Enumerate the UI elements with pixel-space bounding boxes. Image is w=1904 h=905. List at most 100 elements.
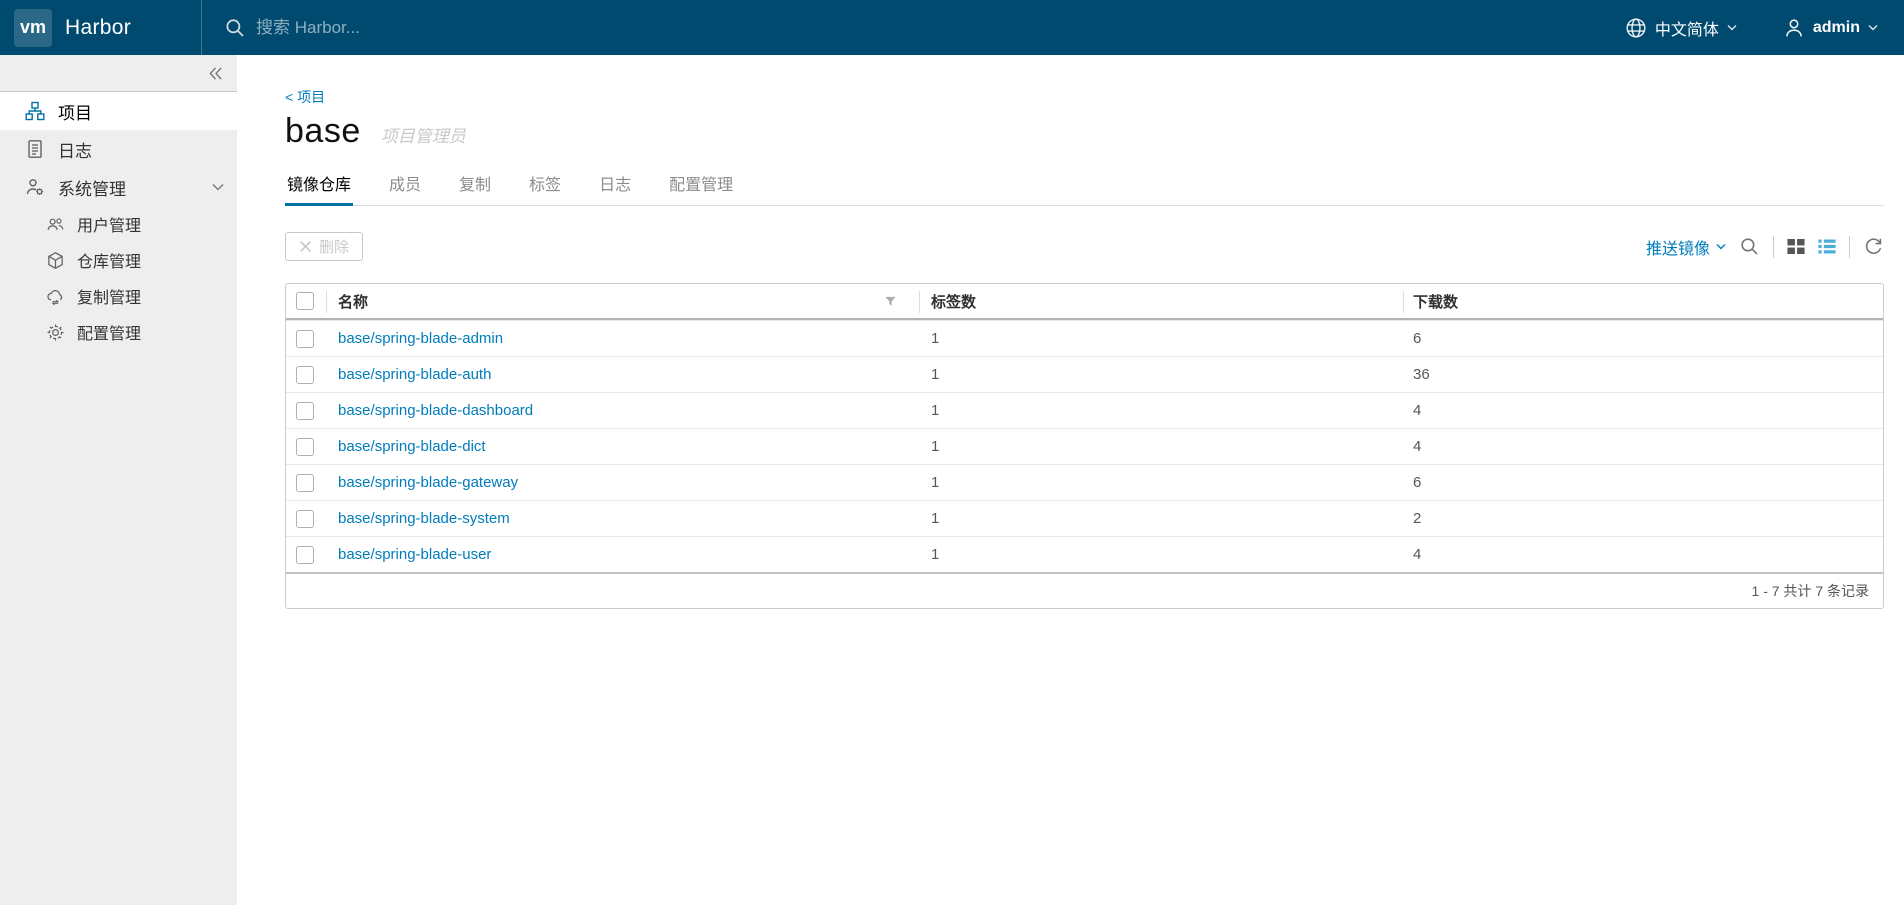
vmware-logo-text: vm: [19, 17, 46, 37]
tab-members[interactable]: 成员: [387, 165, 423, 206]
row-checkbox[interactable]: [296, 401, 314, 420]
row-checkbox[interactable]: [296, 329, 314, 348]
role-badge: 项目管理员: [380, 127, 466, 146]
repository-link[interactable]: base/spring-blade-admin: [338, 330, 503, 347]
table-row: base/spring-blade-admin 1 6: [286, 320, 1883, 356]
cube-icon: [48, 251, 63, 269]
chevron-down-icon: [1727, 25, 1737, 31]
search-icon: [226, 18, 244, 37]
downloads-count: 36: [1413, 366, 1430, 383]
row-checkbox[interactable]: [296, 473, 314, 492]
sidebar-item-user-management[interactable]: 用户管理: [0, 206, 237, 242]
list-view-icon: [1818, 239, 1836, 254]
repositories-table: 名称 标签数 下载数 base/spring-blade-admin 1 6 b…: [285, 283, 1884, 609]
sidebar-collapse-button[interactable]: [0, 55, 237, 92]
records-summary: 1 - 7 共计 7 条记录: [1751, 583, 1869, 599]
row-checkbox[interactable]: [296, 545, 314, 564]
card-view-button[interactable]: [1787, 239, 1805, 254]
sidebar-item-label: 项目: [58, 103, 92, 123]
repository-link[interactable]: base/spring-blade-system: [338, 510, 510, 527]
app-header: vm Harbor 中文简体 adm: [0, 0, 1904, 55]
chevron-down-icon: [1868, 25, 1878, 31]
downloads-count: 6: [1413, 474, 1422, 491]
row-checkbox[interactable]: [296, 509, 314, 528]
tags-count: 1: [931, 330, 940, 347]
table-row: base/spring-blade-user 1 4: [286, 536, 1883, 572]
chevron-down-icon: [1716, 244, 1726, 250]
search-input[interactable]: [256, 17, 676, 38]
row-checkbox[interactable]: [296, 365, 314, 384]
users-icon: [47, 217, 64, 230]
header-actions: 中文简体 admin: [1625, 0, 1904, 55]
search-repositories-button[interactable]: [1739, 236, 1760, 257]
sidebar-item-label: 配置管理: [77, 326, 142, 343]
repository-link[interactable]: base/spring-blade-dashboard: [338, 402, 533, 419]
sidebar-item-logs[interactable]: 日志: [0, 130, 237, 168]
table-header: 名称 标签数 下载数: [286, 284, 1883, 320]
tab-replication[interactable]: 复制: [457, 165, 493, 206]
vmware-logo: vm: [14, 8, 52, 47]
sidebar-item-label: 复制管理: [77, 290, 142, 307]
sidebar-item-registry-management[interactable]: 仓库管理: [0, 242, 237, 278]
username-label: admin: [1812, 18, 1860, 36]
repository-link[interactable]: base/spring-blade-gateway: [338, 474, 518, 491]
column-header-downloads[interactable]: 下载数: [1413, 291, 1458, 312]
downloads-count: 4: [1413, 402, 1422, 419]
search-icon: [1741, 238, 1758, 255]
globe-icon: [1626, 17, 1646, 38]
log-list-icon: [28, 140, 42, 158]
brand-name: Harbor: [65, 15, 131, 39]
sidebar-item-label: 用户管理: [77, 218, 142, 235]
filter-icon[interactable]: [884, 295, 897, 308]
page-title: base: [285, 112, 361, 150]
list-view-button[interactable]: [1818, 239, 1836, 254]
downloads-count: 4: [1413, 546, 1422, 563]
refresh-button[interactable]: [1863, 236, 1884, 257]
replication-cloud-icon: [47, 289, 63, 305]
downloads-count: 6: [1413, 330, 1422, 347]
delete-button[interactable]: 删除: [285, 232, 364, 261]
sidebar-item-replication-management[interactable]: 复制管理: [0, 278, 237, 314]
sidebar-item-administration[interactable]: 系统管理: [0, 168, 237, 206]
chevron-down-icon: [212, 184, 224, 191]
refresh-icon: [1865, 238, 1882, 255]
organization-icon: [25, 101, 45, 121]
downloads-count: 4: [1413, 438, 1422, 455]
grid-view-icon: [1787, 239, 1805, 254]
user-menu[interactable]: admin: [1783, 17, 1878, 39]
tab-repositories[interactable]: 镜像仓库: [285, 165, 354, 206]
push-image-label: 推送镜像: [1645, 240, 1710, 258]
sidebar-item-configuration[interactable]: 配置管理: [0, 314, 237, 350]
row-checkbox[interactable]: [296, 437, 314, 456]
global-search: [202, 0, 1625, 55]
main-content: < 项目 base 项目管理员 镜像仓库 成员 复制 标签 日志 配置管理 删除…: [237, 55, 1904, 905]
sidebar-item-label: 系统管理: [58, 179, 126, 199]
column-header-tags[interactable]: 标签数: [931, 291, 976, 312]
tab-labels[interactable]: 标签: [527, 165, 563, 206]
table-footer: 1 - 7 共计 7 条记录: [286, 572, 1883, 608]
downloads-count: 2: [1413, 510, 1422, 527]
table-row: base/spring-blade-dict 1 4: [286, 428, 1883, 464]
breadcrumb-projects-link[interactable]: < 项目: [285, 87, 325, 107]
tab-logs[interactable]: 日志: [597, 165, 633, 206]
double-chevron-left-icon: [209, 66, 222, 80]
table-row: base/spring-blade-gateway 1 6: [286, 464, 1883, 500]
sidebar-item-projects[interactable]: 项目: [0, 92, 237, 130]
x-icon: [300, 241, 311, 252]
table-row: base/spring-blade-dashboard 1 4: [286, 392, 1883, 428]
select-all-checkbox[interactable]: [296, 292, 314, 310]
push-image-button[interactable]: 推送镜像: [1646, 235, 1726, 259]
column-header-name[interactable]: 名称: [338, 291, 368, 312]
tab-configuration[interactable]: 配置管理: [667, 165, 735, 206]
delete-button-label: 删除: [319, 239, 350, 256]
administrator-icon: [26, 179, 44, 195]
sidebar-item-label: 仓库管理: [77, 254, 142, 271]
toolbar-divider: [1849, 235, 1850, 258]
brand[interactable]: vm Harbor: [0, 0, 202, 55]
repository-link[interactable]: base/spring-blade-dict: [338, 438, 486, 455]
repository-link[interactable]: base/spring-blade-user: [338, 546, 491, 563]
language-menu[interactable]: 中文简体: [1625, 16, 1737, 40]
repository-link[interactable]: base/spring-blade-auth: [338, 366, 491, 383]
sidebar: 项目 日志 系统管理 用户管理 仓库管理 复制管理 配置管理: [0, 55, 237, 905]
tags-count: 1: [931, 402, 940, 419]
